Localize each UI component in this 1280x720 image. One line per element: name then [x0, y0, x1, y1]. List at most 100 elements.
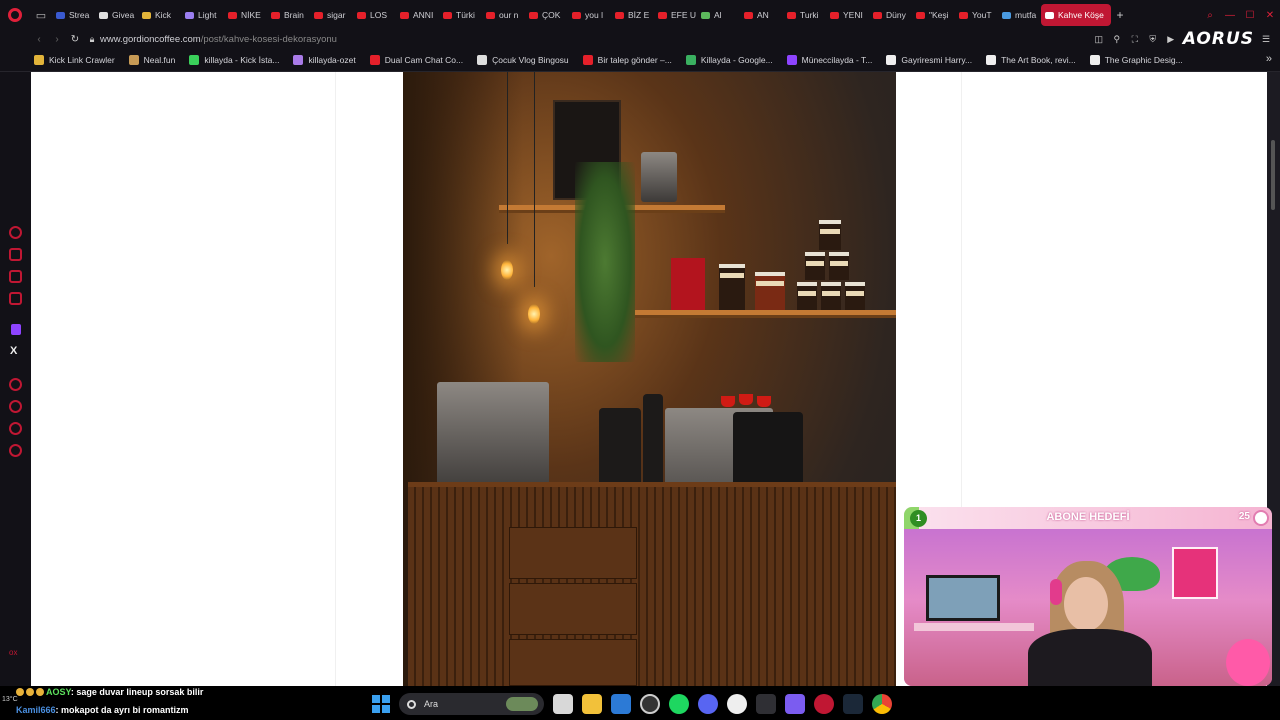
tab-6[interactable]: sigar [310, 4, 353, 26]
sidebar-twitch-icon[interactable] [11, 324, 21, 335]
chat-username: AOSY [46, 687, 71, 697]
bookmarks-overflow-icon[interactable]: » [1266, 53, 1272, 65]
close-window-button[interactable]: ✕ [1260, 10, 1280, 21]
shield-icon[interactable]: ⛨ [1147, 34, 1159, 45]
tab-10[interactable]: our n [482, 4, 525, 26]
store-icon[interactable] [611, 694, 631, 714]
lock-icon[interactable]: 🔒︎ [84, 34, 100, 45]
opera-taskbar-icon[interactable] [814, 694, 834, 714]
address-bar-actions: ◫ ⚲ ⛶ ⛨ ▶ AORUS ☰ [1093, 29, 1272, 49]
chat-username: Kamil666 [16, 705, 56, 715]
play-icon[interactable]: ▶ [1165, 34, 1177, 45]
menu-icon[interactable]: ☰ [1260, 34, 1272, 45]
split-view-icon[interactable]: ◫ [1093, 34, 1105, 45]
url-field[interactable]: www.gordioncoffee.com/post/kahve-kosesi-… [100, 34, 337, 45]
tab-4[interactable]: NİKE [224, 4, 267, 26]
tab-label: YENI [843, 10, 863, 20]
tab-15[interactable]: Al [697, 4, 740, 26]
bookmark-item[interactable]: The Graphic Desig... [1089, 54, 1183, 65]
discord-icon[interactable] [698, 694, 718, 714]
opera-menu-button[interactable] [0, 0, 30, 30]
back-button[interactable]: ‹ [30, 34, 48, 45]
minimize-button[interactable]: — [1220, 10, 1240, 21]
tab-21[interactable]: YouT [955, 4, 998, 26]
new-tab-button[interactable]: + [1111, 8, 1129, 22]
snapshot-icon[interactable]: ⛶ [1129, 34, 1141, 45]
tab-5[interactable]: Brain [267, 4, 310, 26]
tab-8[interactable]: ANNI [396, 4, 439, 26]
tab-7[interactable]: LOS [353, 4, 396, 26]
obs-icon[interactable] [640, 694, 660, 714]
chat-text: : mokapot da ayrı bi romantizm [55, 705, 189, 715]
taskbar-search[interactable]: Ara [399, 693, 544, 715]
bookmark-item[interactable]: Dual Cam Chat Co... [369, 54, 463, 65]
tab-2[interactable]: Kick [138, 4, 181, 26]
opera-logo-icon [8, 8, 22, 22]
sidebar-x-icon[interactable]: X [10, 345, 17, 357]
search-tabs-icon[interactable]: ⌕ [1200, 10, 1220, 21]
file-explorer-icon[interactable] [582, 694, 602, 714]
tab-18[interactable]: YENI [826, 4, 869, 26]
sidebar-instagram-icon[interactable] [9, 292, 22, 305]
chrome-icon[interactable] [872, 694, 892, 714]
tab-0[interactable]: Strea [52, 4, 95, 26]
spotify-icon[interactable] [669, 694, 689, 714]
sidebar-player-icon[interactable] [9, 378, 22, 391]
start-button[interactable] [372, 695, 390, 713]
tab-14[interactable]: EFE U [654, 4, 697, 26]
tab-9[interactable]: Türki [439, 4, 482, 26]
pin-icon[interactable]: ⚲ [1111, 34, 1123, 45]
bookmark-item[interactable]: Müneccilayda - T... [786, 54, 872, 65]
apps-grid-icon[interactable] [785, 694, 805, 714]
sidebar-extensions-icon[interactable] [9, 422, 22, 435]
bookmark-item[interactable]: Neal.fun [128, 54, 175, 65]
edge-icon[interactable] [756, 694, 776, 714]
bookmark-item[interactable]: Kick Link Crawler [34, 54, 115, 65]
task-view-icon[interactable] [553, 694, 573, 714]
weather-temp[interactable]: 13°C [2, 696, 18, 703]
maximize-button[interactable]: ☐ [1240, 10, 1260, 21]
tab-12[interactable]: you l [568, 4, 611, 26]
steam-icon[interactable] [843, 694, 863, 714]
tab-label: Kick [155, 10, 172, 20]
sidebar-settings-icon[interactable] [9, 444, 22, 457]
photo-bulb-1 [501, 260, 513, 280]
tab-13[interactable]: BİZ E [611, 4, 654, 26]
scroll-thumb[interactable] [1271, 140, 1275, 210]
chat-badge-icon [16, 688, 24, 696]
bookmark-item[interactable]: Killayda - Google... [685, 54, 773, 65]
tab-23[interactable]: Kahve Köşe [1041, 4, 1111, 26]
bookmark-label: The Graphic Desig... [1104, 54, 1183, 65]
photo-jar-label [798, 291, 816, 296]
workspaces-icon[interactable]: ▭ [30, 0, 52, 30]
photo-jar-label [806, 261, 824, 266]
tab-favicon-icon [99, 11, 108, 19]
settings-icon[interactable] [727, 694, 747, 714]
forward-button[interactable]: › [48, 34, 66, 45]
sidebar-clock-icon[interactable] [9, 400, 22, 413]
sidebar-history-icon[interactable] [9, 226, 22, 239]
tab-1[interactable]: Givea [95, 4, 138, 26]
sidebar-shopping-icon[interactable] [9, 248, 22, 261]
tab-17[interactable]: Turki [783, 4, 826, 26]
tab-16[interactable]: AN [740, 4, 783, 26]
bookmark-item[interactable]: The Art Book, revi... [986, 54, 1076, 65]
tab-3[interactable]: Light [181, 4, 224, 26]
bookmark-item[interactable]: Gayriresmi Harry... [886, 54, 972, 65]
coffee-corner-photo [403, 72, 896, 686]
tab-22[interactable]: mutfa [998, 4, 1041, 26]
reload-button[interactable]: ↻ [66, 34, 84, 45]
bookmark-item[interactable]: killayda - Kick İsta... [189, 54, 279, 65]
webcam-monitor [926, 575, 1000, 621]
bookmark-item[interactable]: killayda-ozet [293, 54, 356, 65]
tab-20[interactable]: "Keşi [912, 4, 955, 26]
tab-label: YouT [972, 10, 992, 20]
bookmarks-bar: Kick Link Crawler Neal.fun killayda - Kick… [0, 48, 1280, 72]
sidebar-messenger-icon[interactable] [9, 270, 22, 283]
taskbar-search-placeholder: Ara [424, 699, 439, 709]
bookmark-item[interactable]: Çocuk Vlog Bingosu [477, 54, 569, 65]
bookmark-item[interactable]: Bir talep gönder –... [582, 54, 672, 65]
tab-19[interactable]: Düny [869, 4, 912, 26]
tab-11[interactable]: ÇOK [525, 4, 568, 26]
photo-jar-8 [845, 282, 865, 310]
